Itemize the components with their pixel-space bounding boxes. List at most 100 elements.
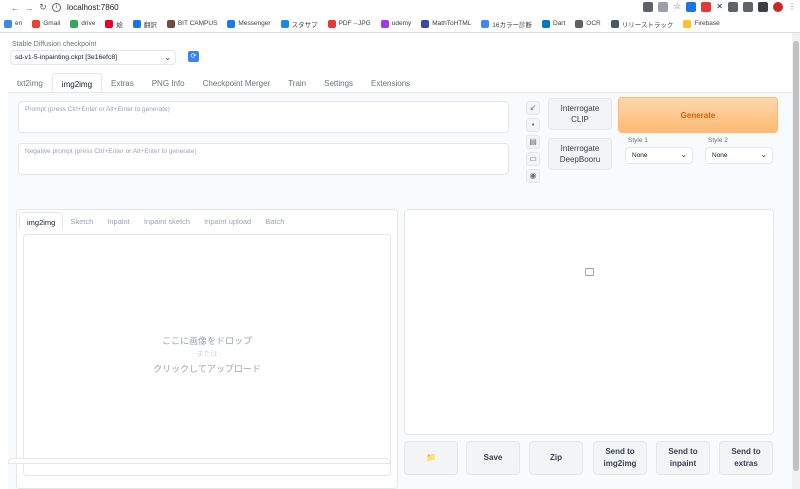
checkpoint-label: Stable Diffusion checkpoint <box>12 41 97 48</box>
math-icon <box>421 19 430 28</box>
google-icon <box>4 19 12 28</box>
extension-translate-icon[interactable] <box>686 1 697 12</box>
send-to-inpaint-button[interactable]: Send to inpaint <box>656 441 710 475</box>
style1-dropdown[interactable]: None ⌄ <box>625 147 693 164</box>
release-icon <box>610 19 619 28</box>
subtab-sketch[interactable]: Sketch <box>63 212 100 230</box>
dart-icon <box>542 19 550 28</box>
menu-icon[interactable]: ⋮ <box>788 2 796 11</box>
folder-icon <box>683 19 692 28</box>
subtab-inpaint-upload[interactable]: Inpaint upload <box>197 212 258 230</box>
pdf-icon <box>327 19 336 28</box>
page-scrollbar[interactable] <box>792 33 800 489</box>
interrogate-deepbooru-button[interactable]: Interrogate DeepBooru <box>548 138 612 170</box>
drop-or-text: - または - <box>192 351 222 358</box>
back-icon[interactable]: ← <box>8 3 22 13</box>
bookmark-item[interactable]: リリーストラック <box>610 19 673 29</box>
stasapu-icon <box>280 19 289 28</box>
tab-train[interactable]: Train <box>279 73 315 93</box>
star-icon[interactable]: ☆ <box>673 1 681 12</box>
extension-ai-icon[interactable] <box>728 1 738 12</box>
tab-extras[interactable]: Extras <box>102 73 143 93</box>
prompt-input[interactable]: Prompt (press Ctrl+Enter or Alt+Enter to… <box>18 101 509 133</box>
subtab-inpaint-sketch[interactable]: Inpaint sketch <box>137 212 197 230</box>
bookmark-item[interactable]: Messenger <box>227 19 271 28</box>
subtab-batch[interactable]: Batch <box>258 212 291 230</box>
open-folder-button[interactable]: 📁 <box>404 441 458 475</box>
image-drop-zone[interactable]: ここに画像をドロップ - または - クリックしてアップロード <box>23 234 391 476</box>
chevron-down-icon: ⌄ <box>760 150 767 159</box>
bookmark-item[interactable]: 翻訳 <box>132 19 157 29</box>
save-style-icon[interactable]: ▪ <box>526 118 540 132</box>
tab-settings[interactable]: Settings <box>315 73 362 93</box>
google-icon <box>481 19 490 28</box>
bookmark-item[interactable]: スタサプ <box>280 19 318 29</box>
img2img-panel: Prompt (press Ctrl+Enter or Alt+Enter to… <box>8 93 800 489</box>
refresh-checkpoint-button[interactable]: ⟳ <box>188 51 199 62</box>
prompt-tools: ↙ ▪ ▤ ▭ ◉ <box>526 101 540 186</box>
puzzle-icon[interactable] <box>743 1 753 12</box>
bookmark-item[interactable]: Gmail <box>32 19 60 28</box>
style1-label: Style 1 <box>628 137 648 144</box>
tab-extensions[interactable]: Extensions <box>362 73 419 93</box>
tab-checkpoint-merger[interactable]: Checkpoint Merger <box>194 73 280 93</box>
browser-extensions: ☆ ✕ ⋮ <box>643 1 796 12</box>
bookmark-item[interactable]: PDF→JPG <box>327 19 371 28</box>
send-to-extras-button[interactable]: Send to extras <box>719 441 773 475</box>
style2-label: Style 2 <box>708 137 728 144</box>
ocr-icon <box>575 19 584 28</box>
bookmark-item[interactable]: BIT CAMPUS <box>166 19 217 28</box>
address-bar[interactable]: i localhost:7860 <box>52 1 672 14</box>
negative-prompt-input[interactable]: Negative prompt (press Ctrl+Enter or Alt… <box>18 143 509 175</box>
sidepanel-icon[interactable] <box>758 1 768 12</box>
translate-page-icon[interactable] <box>643 1 654 12</box>
paste-arrow-icon[interactable]: ↙ <box>526 101 540 115</box>
share-icon[interactable] <box>658 1 669 12</box>
facebook-icon <box>227 19 236 28</box>
trash-icon[interactable]: ▭ <box>526 152 540 166</box>
tab-img2img[interactable]: img2img <box>51 73 103 93</box>
scroll-thumb[interactable] <box>793 41 799 471</box>
tab-txt2img[interactable]: txt2img <box>8 73 52 93</box>
output-gallery <box>404 209 774 435</box>
save-button[interactable]: Save <box>466 441 520 475</box>
close-x-icon[interactable]: ✕ <box>716 2 723 11</box>
bookmark-item[interactable]: 絵 <box>105 19 123 29</box>
input-image-panel: img2img Sketch Inpaint Inpaint sketch Inpain… <box>16 209 398 489</box>
chevron-down-icon: ⌄ <box>164 53 171 62</box>
bookmark-item[interactable]: Firebase <box>683 19 720 28</box>
generate-button[interactable]: Generate <box>618 97 778 133</box>
interrogate-clip-button[interactable]: Interrogate CLIP <box>548 98 612 130</box>
avatar[interactable] <box>773 1 783 12</box>
bookmark-item[interactable]: OCR <box>575 19 601 28</box>
bookmark-item[interactable]: 16カラー診断 <box>481 19 532 29</box>
collapsed-section <box>8 458 390 464</box>
checkpoint-dropdown[interactable]: sd-v1-5-inpainting.ckpt [3e16efc8] ⌄ <box>10 50 176 65</box>
reload-icon[interactable]: ↻ <box>36 2 50 13</box>
forward-icon[interactable]: → <box>22 3 36 13</box>
info-icon[interactable]: i <box>52 3 61 12</box>
clipboard-icon[interactable]: ▤ <box>526 135 540 149</box>
bookmark-item[interactable]: MathToHTML <box>421 19 471 28</box>
bookmarks-bar: en Gmail drive 絵翻訳 BIT CAMPUS Messenger スタサプ PD… <box>0 15 800 33</box>
checkpoint-value: sd-v1-5-inpainting.ckpt [3e16efc8] <box>15 54 118 61</box>
bitcampus-icon <box>166 19 175 28</box>
udemy-icon <box>380 19 389 28</box>
subtab-img2img[interactable]: img2img <box>19 212 64 230</box>
translate-icon <box>132 19 141 28</box>
drive-icon <box>70 19 79 28</box>
zip-button[interactable]: Zip <box>529 441 583 475</box>
bookmark-item[interactable]: drive <box>70 19 95 28</box>
send-to-img2img-button[interactable]: Send to img2img <box>593 441 647 475</box>
style2-dropdown[interactable]: None ⌄ <box>705 147 773 164</box>
input-mode-tabs: img2img Sketch Inpaint Inpaint sketch Inpain… <box>19 212 291 230</box>
bookmark-item[interactable]: udemy <box>380 19 411 28</box>
style-apply-icon[interactable]: ◉ <box>526 169 540 183</box>
extension-pdf-icon[interactable] <box>701 1 712 12</box>
subtab-inpaint[interactable]: Inpaint <box>100 212 137 230</box>
bookmark-item[interactable]: en <box>4 19 22 28</box>
bookmark-item[interactable]: Dart <box>542 19 565 28</box>
main-tabs: txt2img img2img Extras PNG Info Checkpoint M… <box>8 73 419 93</box>
tab-png-info[interactable]: PNG Info <box>143 73 194 93</box>
browser-toolbar: ← → ↻ i localhost:7860 ☆ ✕ ⋮ <box>0 0 800 15</box>
